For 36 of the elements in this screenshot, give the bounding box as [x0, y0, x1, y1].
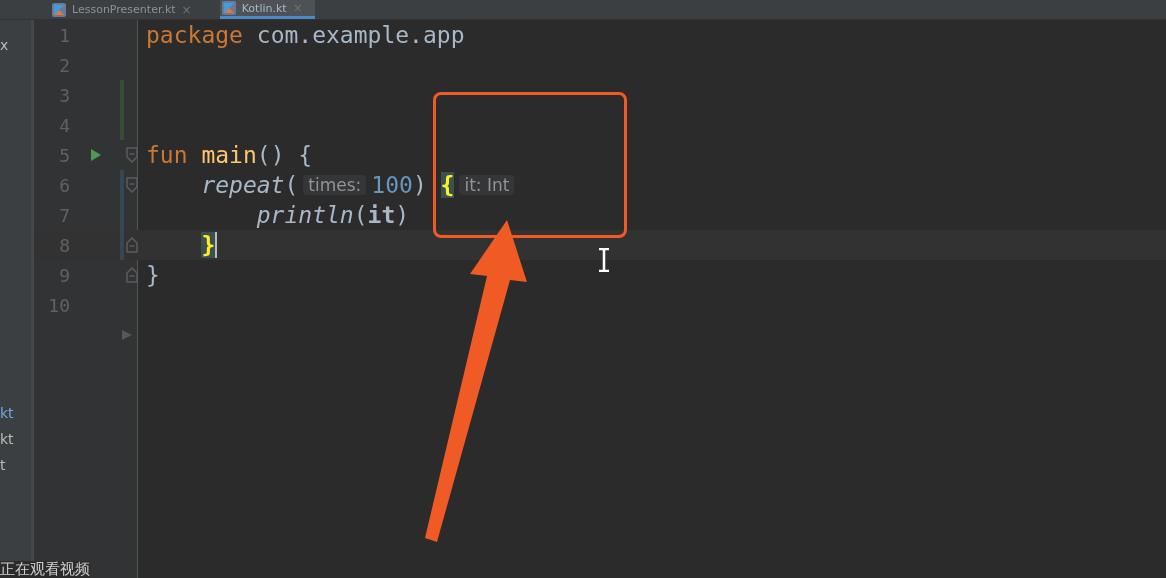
text-caret	[215, 232, 218, 258]
collapse-arrow-icon[interactable]	[121, 329, 133, 341]
run-icon[interactable]	[90, 148, 102, 162]
fold-icon[interactable]	[126, 147, 138, 163]
function-call: repeat	[201, 172, 285, 198]
video-subtitle: 正在观看视频	[0, 561, 90, 578]
fold-end-icon[interactable]	[126, 237, 138, 253]
fold-icon[interactable]	[126, 177, 138, 193]
code-text: }	[146, 262, 160, 288]
text-cursor-icon	[598, 248, 610, 272]
code-keyword: package	[146, 22, 243, 48]
code-text: )	[412, 172, 428, 198]
matched-brace: {	[440, 172, 455, 198]
file-item[interactable]: kt	[0, 404, 14, 422]
editor-tab[interactable]: LessonPresenter.kt ×	[50, 0, 204, 19]
kotlin-file-icon	[221, 1, 236, 15]
inlay-hint: times:	[303, 175, 367, 195]
code-text: () {	[256, 142, 313, 168]
code-keyword: fun	[146, 142, 188, 168]
code-text: (	[284, 172, 299, 198]
close-icon[interactable]: ×	[181, 2, 192, 17]
code-text: (	[353, 202, 368, 228]
function-name: main	[200, 142, 257, 168]
matched-brace: }	[201, 232, 216, 258]
editor-tab[interactable]: Kotlin.kt ×	[219, 0, 315, 19]
file-item[interactable]: kt	[0, 430, 14, 448]
code-text: )	[395, 202, 410, 228]
code-identifier: it	[367, 202, 396, 228]
kotlin-file-icon	[52, 2, 66, 17]
inlay-hint: it: Int	[459, 175, 515, 195]
file-item[interactable]: t	[0, 456, 6, 474]
number-literal: 100	[371, 172, 413, 198]
file-item[interactable]: x	[0, 36, 9, 54]
fold-end-icon[interactable]	[126, 267, 138, 283]
code-text: com.example.app	[255, 22, 465, 48]
function-call: println	[256, 202, 354, 228]
